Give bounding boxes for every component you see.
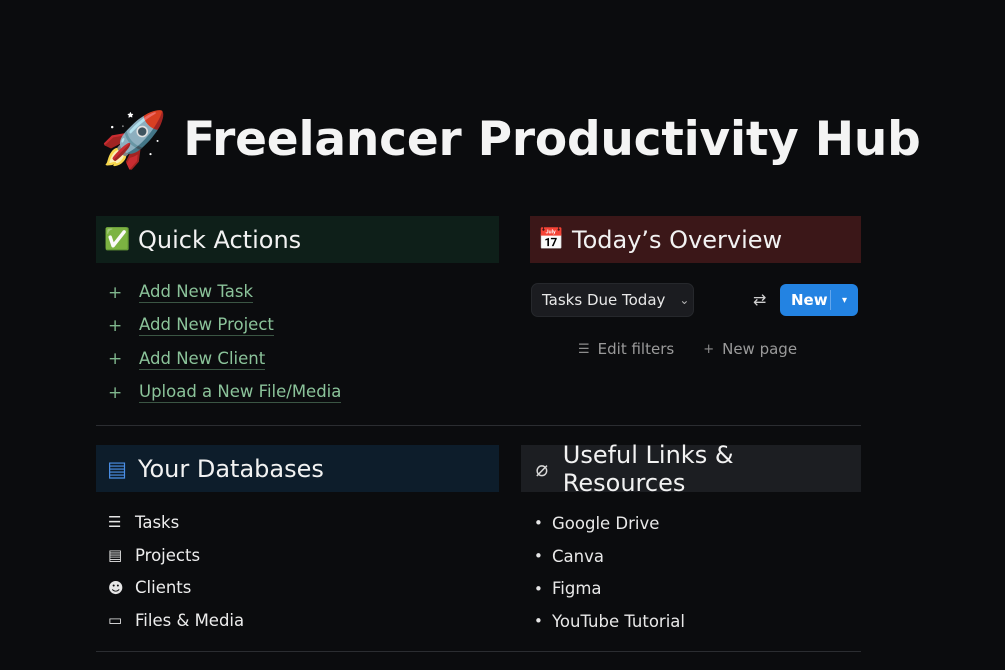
divider	[96, 651, 861, 652]
add-new-client-link[interactable]: Add New Client	[139, 349, 266, 370]
calendar-icon: 📅	[538, 227, 565, 251]
add-new-project-link[interactable]: Add New Project	[139, 315, 274, 337]
new-page-button[interactable]: + New page	[703, 340, 797, 358]
database-label[interactable]: Tasks	[135, 513, 179, 532]
people-icon: ☻	[108, 578, 124, 597]
upload-file-link[interactable]: Upload a New File/Media	[139, 382, 342, 404]
new-page-label: New page	[722, 340, 798, 358]
your-databases-title: Your Databases	[138, 454, 324, 483]
link-item-figma: • Figma	[534, 572, 685, 605]
bullet: •	[534, 547, 543, 566]
folder-icon: ▭	[108, 611, 123, 630]
database-item-projects[interactable]: ▤ Projects	[108, 539, 244, 572]
document-icon: ▤	[107, 456, 127, 481]
link-item-google-drive: • Google Drive	[534, 507, 685, 540]
new-button-label[interactable]: New	[780, 291, 830, 309]
database-label[interactable]: Clients	[135, 578, 191, 597]
view-actions: ☰ Edit filters + New page	[578, 340, 797, 358]
checkmark-icon: ✅	[104, 227, 131, 251]
database-label[interactable]: Files & Media	[135, 611, 244, 630]
bullet: •	[534, 612, 543, 631]
quick-actions-header: ✅ Quick Actions	[96, 216, 499, 263]
page-title: 🚀 Freelancer Productivity Hub	[100, 112, 921, 167]
edit-filters-button[interactable]: ☰ Edit filters	[578, 340, 674, 358]
todays-overview-header: 📅 Today’s Overview	[530, 216, 861, 263]
caret-down-icon[interactable]: ▾	[831, 295, 858, 306]
chevron-down-icon: ⌄	[679, 293, 690, 307]
quick-actions-list: + Add New Task + Add New Project + Add N…	[106, 276, 342, 409]
database-label[interactable]: Projects	[135, 546, 200, 565]
new-button[interactable]: New ▾	[780, 284, 858, 316]
useful-links-header: ⌀ Useful Links & Resources	[521, 441, 861, 497]
links-list: • Google Drive • Canva • Figma • YouTube…	[534, 507, 685, 638]
view-selector[interactable]: Tasks Due Today ⌄	[531, 283, 694, 317]
link-item-canva: • Canva	[534, 540, 685, 573]
bullet: •	[534, 579, 543, 598]
bullet: •	[534, 514, 543, 533]
page-title-text[interactable]: Freelancer Productivity Hub	[183, 112, 921, 167]
database-item-clients[interactable]: ☻ Clients	[108, 571, 244, 604]
divider	[96, 425, 861, 426]
link-item-youtube-tutorial: • YouTube Tutorial	[534, 605, 685, 638]
add-new-task-link[interactable]: Add New Task	[139, 282, 254, 304]
plus-icon: +	[703, 341, 715, 357]
plus-icon: +	[108, 349, 123, 370]
quick-action-add-task: + Add New Task	[106, 276, 341, 309]
clipboard-icon: ▤	[108, 546, 123, 565]
filter-icon: ☰	[578, 341, 590, 357]
view-selector-label: Tasks Due Today	[542, 291, 666, 309]
link-label[interactable]: Google Drive	[552, 514, 659, 533]
quick-actions-title: Quick Actions	[138, 225, 302, 254]
databases-list: ☰ Tasks ▤ Projects ☻ Clients ▭ Files & M…	[108, 506, 244, 637]
link-label[interactable]: YouTube Tutorial	[552, 612, 685, 631]
useful-links-title: Useful Links & Resources	[562, 440, 734, 497]
list-icon: ☰	[108, 513, 122, 532]
rocket-icon: 🚀	[100, 107, 168, 171]
plus-icon: +	[108, 382, 123, 403]
link-label[interactable]: Canva	[552, 547, 604, 566]
quick-action-add-client: + Add New Client	[106, 343, 341, 376]
link-label[interactable]: Figma	[552, 579, 602, 598]
plus-icon: +	[108, 282, 123, 303]
quick-action-add-project: + Add New Project	[106, 309, 341, 342]
database-item-files-media[interactable]: ▭ Files & Media	[108, 604, 244, 637]
edit-filters-label: Edit filters	[597, 340, 675, 358]
quick-action-upload-file: + Upload a New File/Media	[106, 376, 342, 409]
your-databases-header: ▤ Your Databases	[96, 445, 499, 492]
plus-icon: +	[108, 315, 123, 336]
database-item-tasks[interactable]: ☰ Tasks	[108, 506, 244, 539]
todays-overview-title: Today’s Overview	[572, 225, 783, 254]
sort-icon[interactable]: ⇄	[753, 290, 766, 309]
paperclip-icon: ⌀	[535, 456, 549, 481]
